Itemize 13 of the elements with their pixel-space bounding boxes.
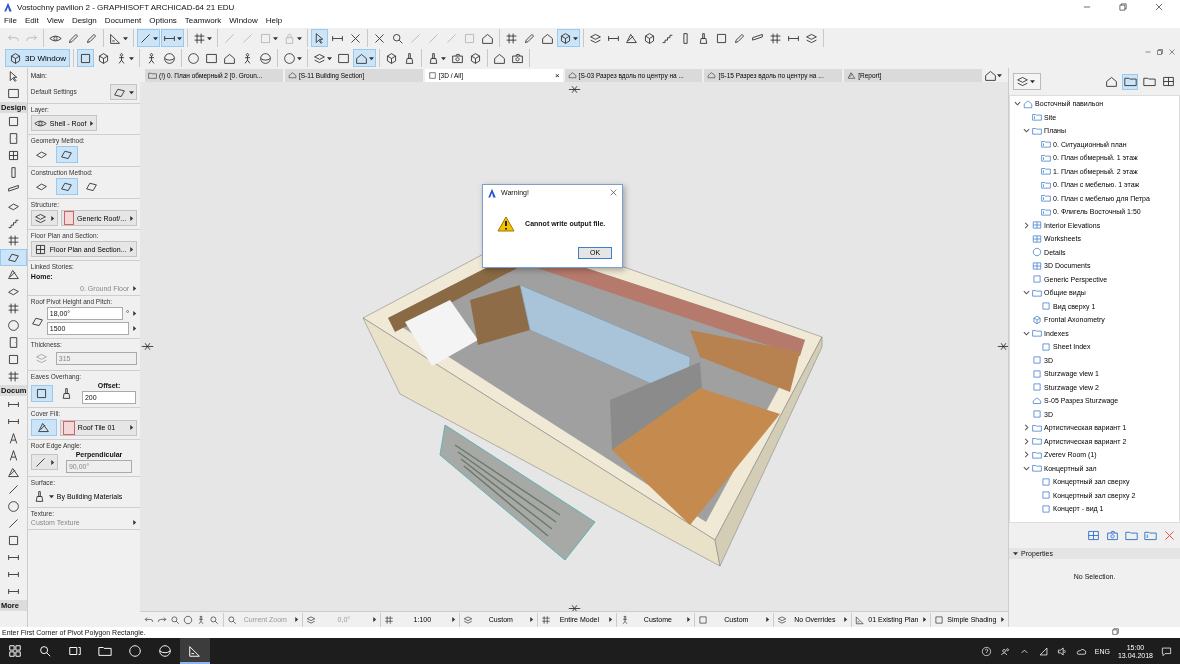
view-button[interactable]: 3D Window (5, 49, 70, 67)
menu-item[interactable]: Help (261, 14, 287, 28)
menu-item[interactable]: File (0, 14, 21, 28)
menu-item[interactable]: Design (67, 14, 101, 28)
menu-item[interactable]: Window (225, 14, 262, 28)
menu-item[interactable]: View (42, 14, 68, 28)
window-title: Vostochny pavilion 2 - GRAPHISOFT ARCHICAD-64 21 EDU (17, 2, 235, 12)
menu-item[interactable]: Teamwork (180, 14, 226, 28)
unit-label: ° (125, 309, 130, 318)
close-tab-button[interactable]: × (554, 70, 560, 80)
menu-item[interactable]: Edit (20, 14, 43, 28)
menu-item[interactable]: Options (145, 14, 181, 28)
menu-item[interactable]: Document (100, 14, 146, 28)
